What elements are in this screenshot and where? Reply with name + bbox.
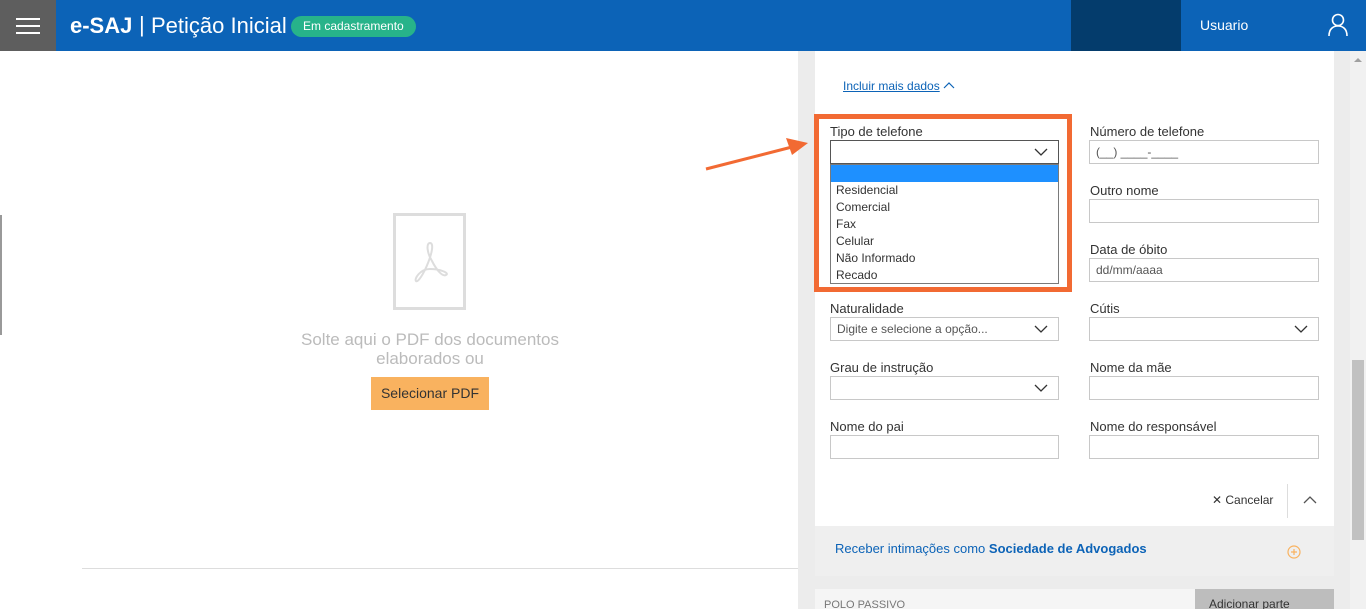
annotation-arrow-icon	[705, 138, 808, 171]
pdf-acrobat-icon	[414, 241, 448, 282]
left-edge-bar	[0, 215, 2, 335]
brand-logo[interactable]: e-SAJ	[70, 13, 132, 39]
chevron-down-icon	[1294, 325, 1308, 333]
nome-responsavel-input[interactable]	[1089, 435, 1319, 459]
grau-instrucao-select[interactable]	[830, 376, 1059, 400]
scrollbar-thumb[interactable]	[1352, 360, 1364, 540]
title-separator: |	[139, 12, 145, 37]
naturalidade-label: Naturalidade	[830, 301, 904, 316]
annotation-highlight-box	[814, 114, 1072, 292]
intimacoes-text[interactable]: Receber intimações como Sociedade de Adv…	[835, 541, 1147, 556]
select-pdf-button[interactable]: Selecionar PDF	[371, 377, 489, 410]
intimacoes-prefix: Receber intimações como	[835, 541, 989, 556]
cutis-select[interactable]	[1089, 317, 1319, 341]
user-name[interactable]: Usuario	[1200, 17, 1248, 33]
nome-pai-label: Nome do pai	[830, 419, 904, 434]
cancel-label: Cancelar	[1225, 493, 1274, 507]
page-title: Petição Inicial	[151, 13, 287, 38]
add-circle-icon[interactable]	[1287, 545, 1301, 559]
polo-passivo-label: POLO PASSIVO	[824, 599, 906, 609]
nome-pai-input[interactable]	[830, 435, 1059, 459]
outro-nome-input[interactable]	[1089, 199, 1319, 223]
menu-line	[16, 17, 40, 20]
numero-telefone-label: Número de telefone	[1090, 124, 1205, 139]
outro-nome-label: Outro nome	[1090, 183, 1159, 198]
cutis-label: Cútis	[1090, 301, 1120, 316]
chevron-up-icon[interactable]	[943, 80, 955, 92]
include-more-data-link[interactable]: Incluir mais dados	[843, 79, 940, 93]
pdf-drop-zone-text: Solte aqui o PDF dos documentos elaborad…	[280, 330, 580, 368]
cancel-button[interactable]: ✕ Cancelar	[1212, 493, 1273, 507]
chevron-up-icon[interactable]	[1303, 494, 1317, 506]
scroll-up-icon[interactable]	[1352, 55, 1364, 65]
chevron-down-icon	[1034, 384, 1048, 392]
naturalidade-select[interactable]: Digite e selecione a opção...	[830, 317, 1059, 341]
nome-mae-label: Nome da mãe	[1090, 360, 1172, 375]
data-obito-label: Data de óbito	[1090, 242, 1168, 257]
add-party-button[interactable]: Adicionar parte	[1195, 589, 1334, 609]
data-obito-input[interactable]: dd/mm/aaaa	[1089, 258, 1319, 282]
intimacoes-bold: Sociedade de Advogados	[988, 541, 1147, 556]
chevron-down-icon	[1034, 325, 1048, 333]
divider	[82, 568, 798, 569]
grau-instrucao-label: Grau de instrução	[830, 360, 934, 375]
pdf-icon	[393, 213, 466, 310]
user-icon[interactable]	[1327, 13, 1349, 37]
naturalidade-placeholder: Digite e selecione a opção...	[837, 322, 988, 336]
menu-line	[16, 24, 40, 27]
hamburger-menu-button[interactable]	[0, 0, 56, 51]
top-bar: e-SAJ | Petição Inicial Em cadastramento…	[0, 0, 1366, 51]
drop-text-line1: Solte aqui o PDF dos documentos	[301, 330, 559, 349]
header-dark-block	[1071, 0, 1181, 51]
numero-telefone-input[interactable]: (__) ____-____	[1089, 140, 1319, 164]
divider	[1287, 484, 1288, 518]
menu-line	[16, 31, 40, 34]
drop-text-line2: elaborados ou	[376, 349, 484, 368]
nome-mae-input[interactable]	[1089, 376, 1319, 400]
nome-responsavel-label: Nome do responsável	[1090, 419, 1217, 434]
status-badge: Em cadastramento	[291, 16, 416, 37]
close-icon: ✕	[1212, 493, 1226, 507]
